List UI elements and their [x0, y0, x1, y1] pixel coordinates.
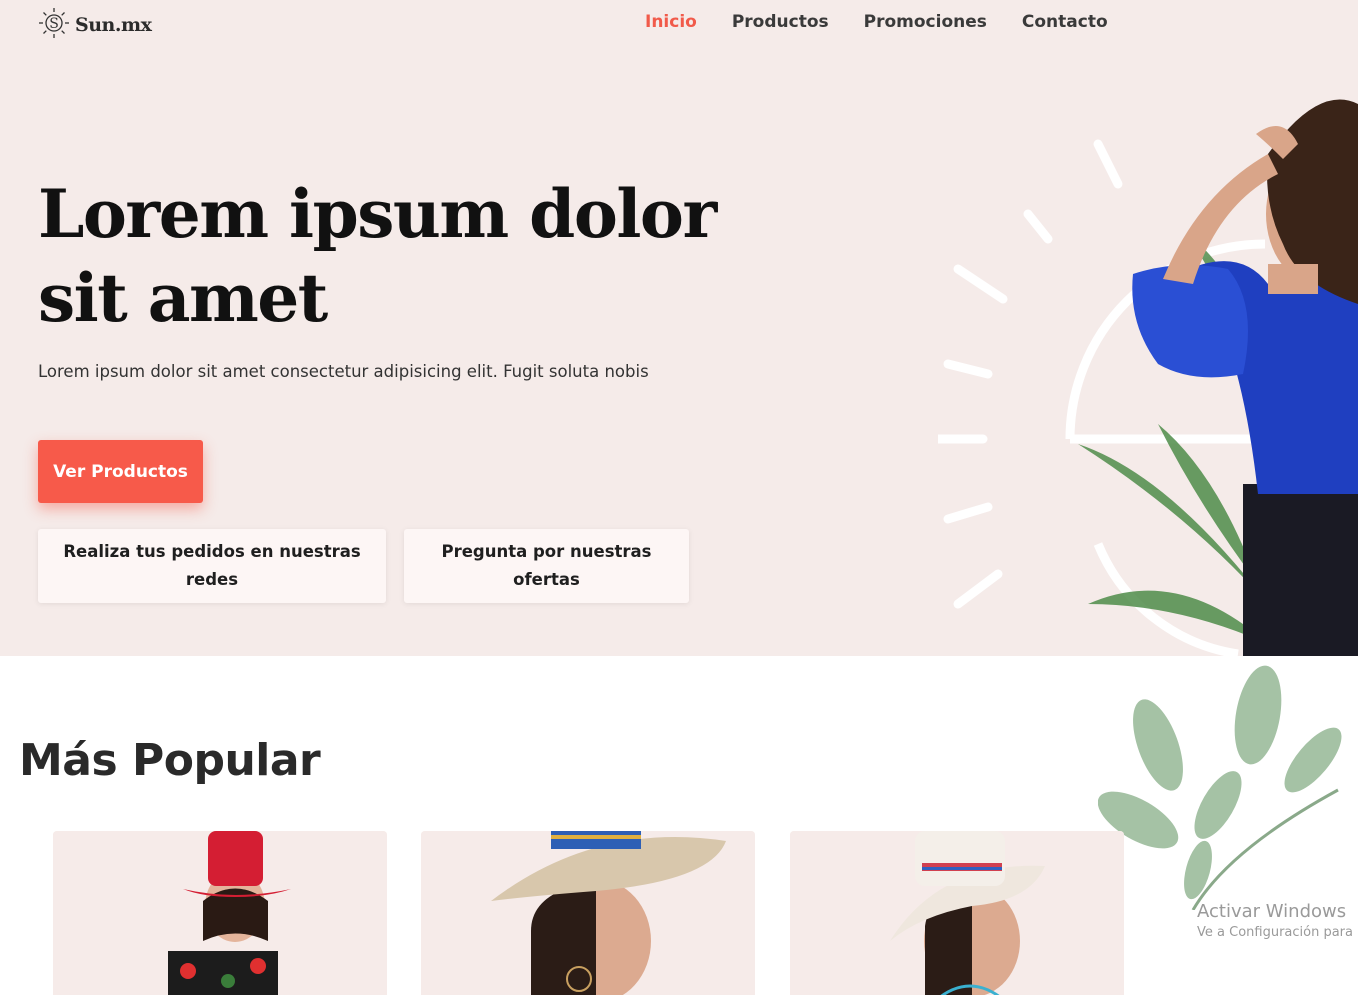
watermark-subtitle: Ve a Configuración para: [1197, 925, 1353, 940]
site-header: S Sun.mx Inicio Productos Promociones Co…: [0, 0, 1358, 44]
windows-activation-watermark: Activar Windows Ve a Configuración para: [1197, 900, 1353, 942]
nav-item-promociones[interactable]: Promociones: [864, 11, 987, 33]
leaves-decoration: [1097, 660, 1358, 911]
popular-section-title: Más Popular: [19, 735, 321, 786]
product-card-2[interactable]: [421, 831, 755, 995]
hero-subtitle: Lorem ipsum dolor sit amet consectetur a…: [38, 362, 649, 381]
info-card-pedidos[interactable]: Realiza tus pedidos en nuestras redes: [38, 529, 386, 603]
hero-title: Lorem ipsum dolor sit amet: [38, 175, 717, 337]
sun-logo-icon: S: [37, 6, 71, 44]
brand-logo[interactable]: S Sun.mx: [37, 6, 152, 44]
info-card-ofertas[interactable]: Pregunta por nuestras ofertas: [404, 529, 689, 603]
nav-item-inicio[interactable]: Inicio: [645, 11, 697, 33]
hero-model-image: [903, 44, 1358, 656]
svg-text:S: S: [49, 16, 59, 32]
nav-item-productos[interactable]: Productos: [732, 11, 829, 33]
hero-section: Lorem ipsum dolor sit amet Lorem ipsum d…: [0, 44, 1358, 656]
main-nav: Inicio Productos Promociones Contacto: [645, 11, 1143, 33]
product-card-3[interactable]: [790, 831, 1124, 995]
brand-name: Sun.mx: [75, 14, 152, 36]
ver-productos-button[interactable]: Ver Productos: [38, 440, 203, 503]
woman-beige-hat-photo: [421, 831, 755, 995]
woman-red-hat-photo: [53, 831, 387, 995]
product-card-1[interactable]: [53, 831, 387, 995]
nav-item-contacto[interactable]: Contacto: [1022, 11, 1108, 33]
watermark-title: Activar Windows: [1197, 901, 1347, 922]
woman-white-hat-photo: [790, 831, 1124, 995]
